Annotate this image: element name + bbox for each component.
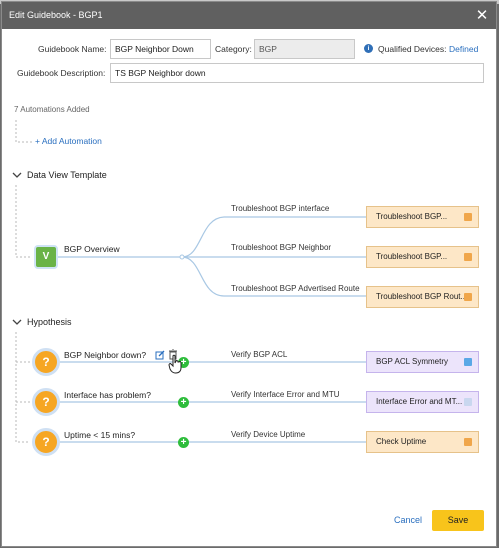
qualified-devices-label: Qualified Devices: bbox=[378, 44, 447, 54]
chevron-down-icon[interactable] bbox=[12, 170, 22, 180]
hypothesis-title: Hypothesis bbox=[27, 317, 72, 327]
edge-label: Verify Device Uptime bbox=[231, 430, 306, 439]
data-view-badge-icon: V bbox=[34, 245, 58, 269]
question-icon: ? bbox=[32, 348, 60, 376]
qapp-icon bbox=[464, 398, 472, 406]
hypothesis-label[interactable]: Interface has problem? bbox=[64, 390, 151, 400]
runbook-icon bbox=[464, 293, 472, 301]
edit-icon[interactable] bbox=[155, 350, 165, 360]
automations-count: 7 Automations Added bbox=[14, 105, 90, 114]
question-icon: ? bbox=[32, 388, 60, 416]
hypothesis-label[interactable]: Uptime < 15 mins? bbox=[64, 430, 135, 440]
qapp-icon bbox=[464, 358, 472, 366]
card-label: Check Uptime bbox=[376, 437, 427, 446]
card-label: Troubleshoot BGP... bbox=[376, 252, 448, 261]
edge-label: Troubleshoot BGP Neighbor bbox=[231, 243, 332, 252]
edge-label: Verify BGP ACL bbox=[231, 350, 288, 359]
hypothesis-label[interactable]: BGP Neighbor down? bbox=[64, 350, 146, 360]
category-input: BGP bbox=[254, 39, 355, 59]
cancel-button[interactable]: Cancel bbox=[394, 515, 422, 525]
save-button[interactable]: Save bbox=[432, 510, 484, 531]
runbook-icon bbox=[464, 213, 472, 221]
add-automation-link[interactable]: + Add Automation bbox=[35, 136, 102, 146]
guidebook-name-label: Guidebook Name: bbox=[38, 44, 107, 54]
info-icon: i bbox=[364, 44, 373, 53]
add-branch-icon[interactable]: + bbox=[178, 437, 189, 448]
card-label: Troubleshoot BGP Rout... bbox=[376, 292, 468, 301]
hand-cursor-icon bbox=[168, 354, 182, 374]
automation-card[interactable]: Troubleshoot BGP... bbox=[366, 246, 479, 268]
category-label: Category: bbox=[215, 44, 252, 54]
data-view-template-title: Data View Template bbox=[27, 170, 107, 180]
edge-label: Verify Interface Error and MTU bbox=[231, 390, 340, 399]
runbook-icon bbox=[464, 438, 472, 446]
add-branch-icon[interactable]: + bbox=[178, 397, 189, 408]
edge-label: Troubleshoot BGP interface bbox=[231, 204, 330, 213]
automation-card[interactable]: Troubleshoot BGP Rout... bbox=[366, 286, 479, 308]
edge-label: Troubleshoot BGP Advertised Route bbox=[231, 284, 360, 293]
edit-guidebook-dialog: Edit Guidebook - BGP1 ✕ Guidebook Name: … bbox=[1, 1, 497, 547]
automation-card[interactable]: Interface Error and MT... bbox=[366, 391, 479, 413]
bgp-overview-label[interactable]: BGP Overview bbox=[64, 244, 120, 254]
card-label: BGP ACL Symmetry bbox=[376, 357, 449, 366]
qualified-devices-defined-link[interactable]: Defined bbox=[449, 44, 478, 54]
card-label: Interface Error and MT... bbox=[376, 397, 463, 406]
tree-connectors bbox=[15, 120, 366, 443]
automation-card[interactable]: BGP ACL Symmetry bbox=[366, 351, 479, 373]
guidebook-description-input[interactable]: TS BGP Neighbor down bbox=[110, 63, 484, 83]
card-label: Troubleshoot BGP... bbox=[376, 212, 448, 221]
guidebook-name-input[interactable]: BGP Neighbor Down bbox=[110, 39, 211, 59]
chevron-down-icon[interactable] bbox=[12, 317, 22, 327]
question-icon: ? bbox=[32, 428, 60, 456]
runbook-icon bbox=[464, 253, 472, 261]
guidebook-description-label: Guidebook Description: bbox=[17, 68, 106, 78]
automation-card[interactable]: Troubleshoot BGP... bbox=[366, 206, 479, 228]
automation-card[interactable]: Check Uptime bbox=[366, 431, 479, 453]
